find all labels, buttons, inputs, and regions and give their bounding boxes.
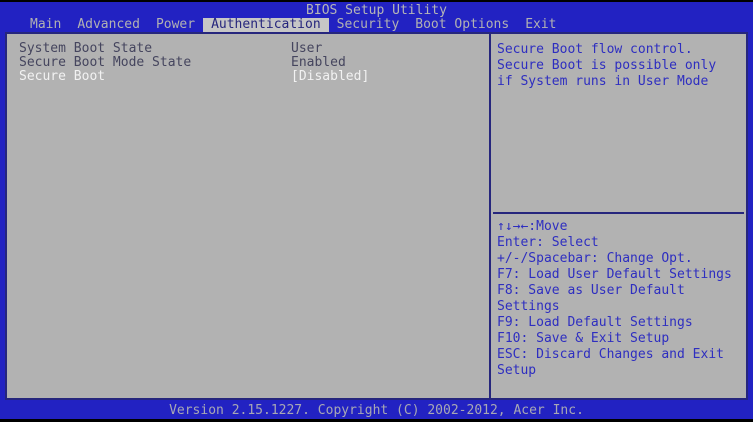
hint-line: F9: Load Default Settings xyxy=(497,315,693,330)
hint-line: F8: Save as User Default Settings xyxy=(497,283,685,314)
settings-pane: System Boot State User Secure Boot Mode S… xyxy=(7,34,489,398)
setting-value: User xyxy=(291,41,323,56)
setting-value: Enabled xyxy=(291,55,346,70)
setting-label: Secure Boot Mode State xyxy=(19,55,192,70)
hint-line: +/-/Spacebar: Change Opt. xyxy=(497,251,693,266)
tab-main[interactable]: Main xyxy=(22,18,69,32)
setting-label: System Boot State xyxy=(19,41,153,56)
hint-line: Enter: Select xyxy=(497,235,599,250)
hint-line: F10: Save & Exit Setup xyxy=(497,331,670,346)
menu-bar: Main Advanced Power Authentication Secur… xyxy=(0,18,753,32)
version-footer: Version 2.15.1227. Copyright (C) 2002-20… xyxy=(0,402,753,419)
tab-boot-options[interactable]: Boot Options xyxy=(407,18,517,32)
item-help-text: Secure Boot flow control. Secure Boot is… xyxy=(491,34,746,212)
app-title: BIOS Setup Utility xyxy=(306,3,447,18)
help-panel: Secure Boot flow control. Secure Boot is… xyxy=(489,34,746,398)
tab-exit[interactable]: Exit xyxy=(517,18,564,32)
setting-row-secure-boot[interactable]: Secure Boot [Disabled] xyxy=(19,70,489,84)
setting-value: [Disabled] xyxy=(291,69,370,84)
setting-label: Secure Boot xyxy=(19,69,106,84)
hint-line: ESC: Discard Changes and Exit Setup xyxy=(497,347,724,378)
tab-power[interactable]: Power xyxy=(148,18,203,32)
hint-line: ↑↓→←:Move xyxy=(497,219,568,234)
help-line: Secure Boot is possible only xyxy=(497,58,717,73)
setting-row-secure-boot-mode-state: Secure Boot Mode State Enabled xyxy=(19,56,489,70)
tab-advanced[interactable]: Advanced xyxy=(69,18,148,32)
help-line: if System runs in User Mode xyxy=(497,74,709,89)
tab-authentication[interactable]: Authentication xyxy=(203,18,329,32)
bios-screen: BIOS Setup Utility Main Advanced Power A… xyxy=(0,0,753,422)
settings-panel: System Boot State User Secure Boot Mode S… xyxy=(5,32,748,400)
help-line: Secure Boot flow control. xyxy=(497,42,693,57)
setting-row-system-boot-state: System Boot State User xyxy=(19,42,489,56)
hint-line: F7: Load User Default Settings xyxy=(497,267,732,282)
tab-security[interactable]: Security xyxy=(329,18,408,32)
key-hints: ↑↓→←:Move Enter: Select +/-/Spacebar: Ch… xyxy=(491,214,746,379)
